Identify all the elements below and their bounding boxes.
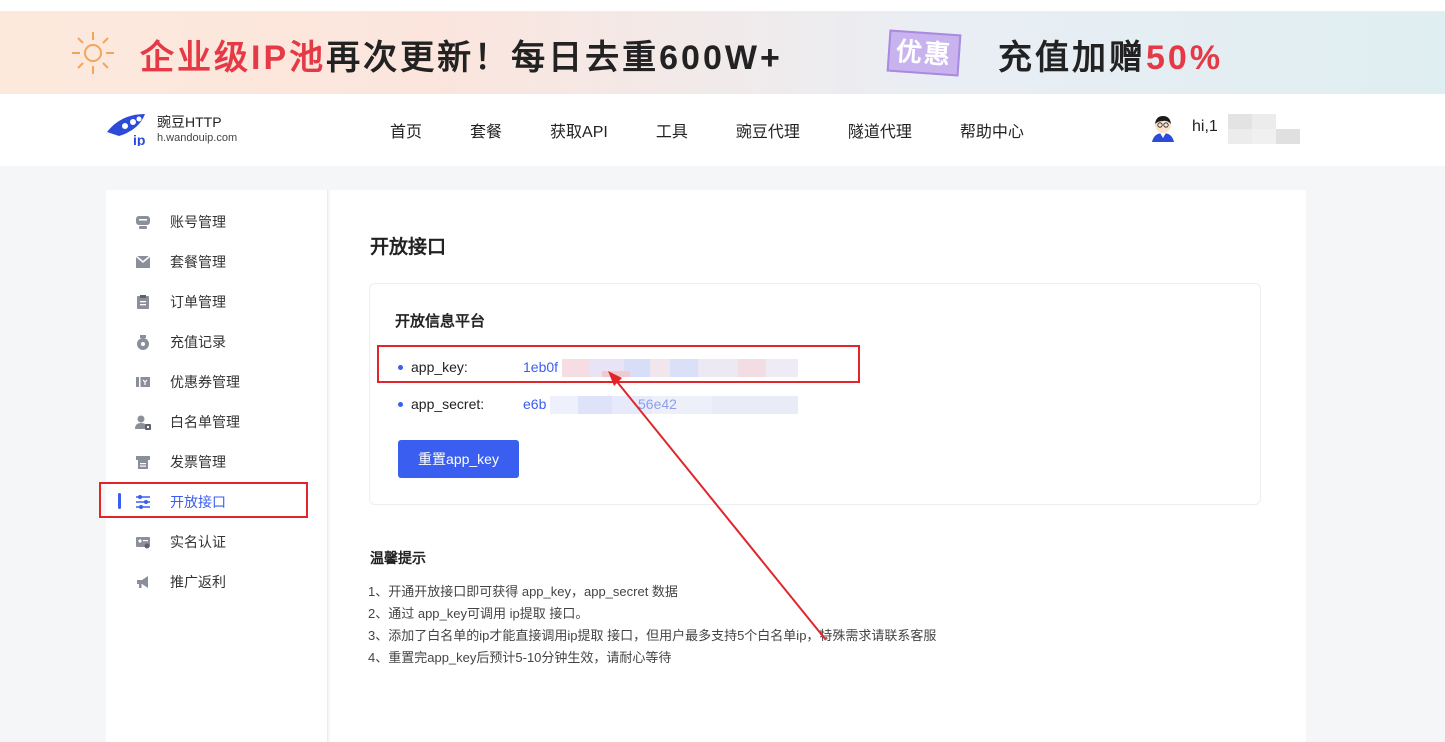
bullet-dot [398,402,403,407]
sidebar-item-orders[interactable]: 订单管理 [106,282,320,322]
sidebar-item-label: 订单管理 [170,294,226,310]
avatar [1152,116,1174,142]
nav-wandou-proxy[interactable]: 豌豆代理 [736,118,800,142]
nav-get-api[interactable]: 获取API [550,118,608,142]
pea-logo-icon: ip [107,114,145,146]
account-sidebar: 账号管理 套餐管理 订单管理 充值记录 优惠券管理 白名单管理 发票管理 开放接… [106,190,328,742]
sidebar-item-whitelist[interactable]: 白名单管理 [106,402,320,442]
top-strip [0,0,1445,12]
megaphone-icon [137,576,148,588]
package-icon [135,255,151,268]
recharge-icon [137,335,149,350]
sidebar-item-recharge[interactable]: 充值记录 [106,322,320,362]
sidebar-item-referral[interactable]: 推广返利 [106,562,320,602]
sidebar-item-label: 推广返利 [170,574,226,590]
sidebar-item-label: 白名单管理 [170,414,240,430]
banner-part4: 50% [1146,39,1224,77]
tip-item: 1、开通开放接口即可获得 app_key，app_secret 数据 [368,584,678,599]
sidebar-item-account[interactable]: 账号管理 [106,202,320,242]
user-menu[interactable]: hi,1 [1148,112,1218,142]
reset-app-key-button[interactable]: 重置app_key [398,440,519,478]
logo-domain: h.wandouip.com [157,132,238,144]
sidebar-item-label: 优惠券管理 [170,374,240,390]
site-logo[interactable]: ip 豌豆HTTP h.wandouip.com [105,110,237,146]
sidebar-item-label: 账号管理 [170,214,226,230]
banner-headline: 企业级IP池再次更新！每日去重600W+ [140,30,783,79]
top-header: ip 豌豆HTTP h.wandouip.com 首页 套餐 获取API 工具 … [0,94,1445,166]
sidebar-item-label: 实名认证 [170,534,226,550]
svg-text:ip: ip [133,132,145,146]
order-icon [137,295,149,309]
sidebar-item-invoices[interactable]: 发票管理 [106,442,320,482]
nav-help-center[interactable]: 帮助中心 [960,118,1024,142]
sidebar-item-label: 发票管理 [170,454,226,470]
banner-part2: 再次更新！每日去重600W+ [326,39,783,77]
banner-part1: 企业级IP池 [140,39,327,77]
tip-item: 4、重置完app_key后预计5-10分钟生效，请耐心等待 [368,650,672,665]
sun-icon [72,32,114,74]
tips-title: 温馨提示 [370,550,426,566]
invoice-icon [136,456,150,469]
coupon-icon [136,377,150,387]
tip-item: 2、通过 app_key可调用 ip提取 接口。 [368,606,589,621]
card-title: 开放信息平台 [395,313,486,330]
app-secret-label: app_secret: [411,396,485,412]
tip-item: 3、添加了白名单的ip才能直接调用ip提取 接口，但用户最多支持5个白名单ip，… [368,628,937,643]
whitelist-icon [135,415,151,430]
banner-part3: 充值加赠 [998,39,1146,77]
annotation-box-open-api [99,482,308,518]
app-secret-value[interactable]: e6b [523,396,546,412]
sidebar-item-coupons[interactable]: 优惠券管理 [106,362,320,402]
promo-banner[interactable]: 企业级IP池再次更新！每日去重600W+ 优惠 充值加赠50% [0,12,1445,94]
discount-tag: 优惠 [886,29,962,77]
banner-offer: 充值加赠50% [998,30,1223,79]
user-greeting: hi,1 [1192,118,1218,135]
sidebar-item-label: 套餐管理 [170,254,226,270]
sidebar-item-label: 充值记录 [170,334,226,350]
nav-tunnel-proxy[interactable]: 隧道代理 [848,118,912,142]
main-nav: 首页 套餐 获取API 工具 豌豆代理 隧道代理 帮助中心 [390,94,1072,166]
logo-title: 豌豆HTTP [157,114,222,130]
nav-home[interactable]: 首页 [390,118,422,142]
nav-packages[interactable]: 套餐 [470,118,502,142]
annotation-box-app-key [377,345,860,383]
main-content: 开放接口 开放信息平台 app_key: 1eb0f app_secret: e… [330,190,1306,742]
page-title: 开放接口 [370,237,447,258]
sidebar-item-verification[interactable]: 实名认证 [106,522,320,562]
app-secret-partial: 56e42 [638,396,677,412]
id-card-icon [136,537,150,549]
open-platform-card: 开放信息平台 app_key: 1eb0f app_secret: e6b 56… [369,283,1261,505]
nav-tools[interactable]: 工具 [656,118,688,142]
account-icon [136,216,150,229]
sidebar-item-packages[interactable]: 套餐管理 [106,242,320,282]
username-redaction [1228,114,1300,144]
